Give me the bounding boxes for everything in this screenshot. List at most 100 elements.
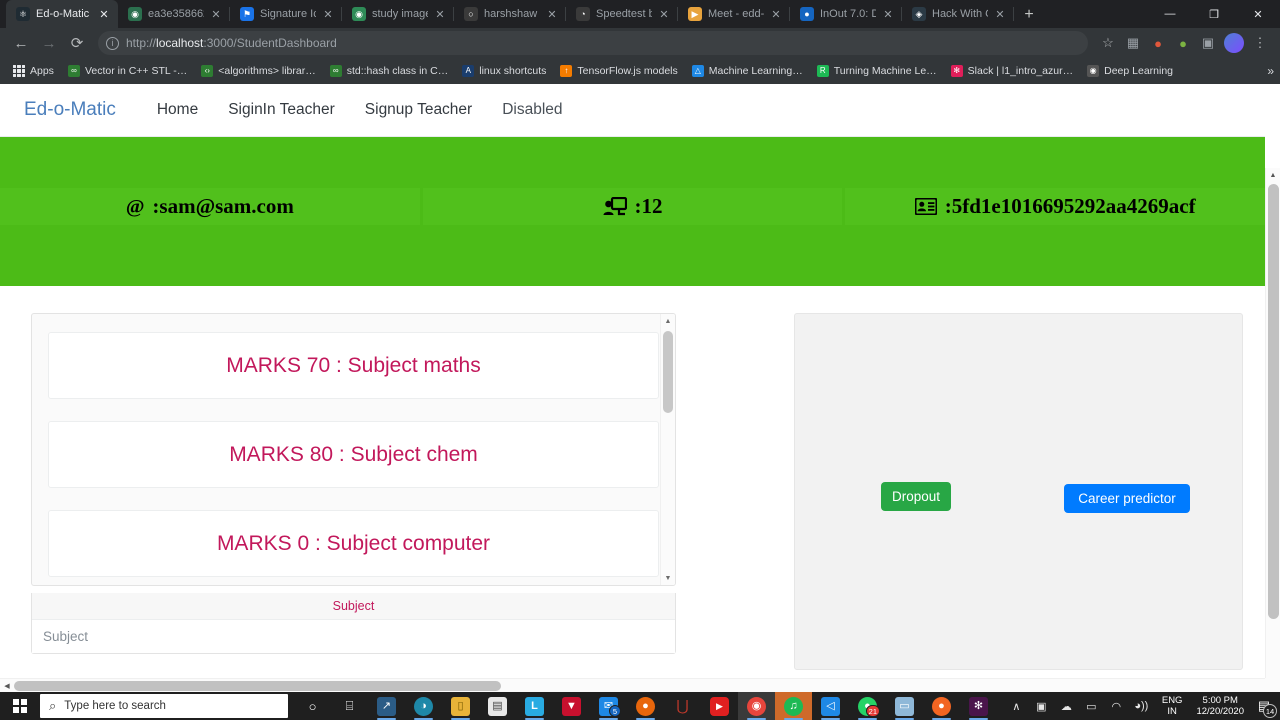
address-bar[interactable]: i http://localhost:3000/StudentDashboard <box>98 31 1088 55</box>
tab-close-icon[interactable]: ✕ <box>994 8 1006 21</box>
browser-tab-6[interactable]: ▶ Meet - edd-xq… ✕ <box>678 0 790 28</box>
taskbar-app-mail[interactable]: ✉ 5 <box>590 692 627 720</box>
bookmark-item[interactable]: ◉ Deep Learning <box>1080 60 1180 82</box>
tab-close-icon[interactable]: ✕ <box>770 8 782 21</box>
cortana-icon[interactable]: ○ <box>294 692 331 720</box>
bookmark-item[interactable]: ∞ Vector in C++ STL -… <box>61 60 194 82</box>
subject-input[interactable] <box>32 620 675 653</box>
bookmark-label: Slack | l1_intro_azur… <box>967 65 1074 77</box>
bookmark-item[interactable]: A linux shortcuts <box>455 60 553 82</box>
nav-link-home[interactable]: Home <box>142 101 213 119</box>
taskbar-app-vs-code[interactable]: ◁ <box>812 692 849 720</box>
extension-icon-4[interactable]: ▣ <box>1196 31 1220 55</box>
bookmark-item[interactable]: R Turning Machine Le… <box>810 60 944 82</box>
browser-menu-icon[interactable]: ⋮ <box>1248 31 1272 55</box>
task-view-icon[interactable]: ⌸ <box>331 692 368 720</box>
profile-avatar[interactable] <box>1224 33 1244 53</box>
career-predictor-button[interactable]: Career predictor <box>1064 484 1190 513</box>
taskbar-app-nu[interactable]: ⋃ <box>664 692 701 720</box>
tab-close-icon[interactable]: ✕ <box>322 8 334 21</box>
volume-icon[interactable]: ◕)) <box>1129 692 1154 720</box>
show-hidden-icons[interactable]: ∧ <box>1004 692 1029 720</box>
browser-tab-0[interactable]: ⚛ Ed-o-Matic ✕ <box>6 0 118 28</box>
nav-link-signin-teacher[interactable]: SiginIn Teacher <box>213 101 350 119</box>
scroll-down-icon[interactable]: ▼ <box>661 571 675 585</box>
nav-link-signup-teacher[interactable]: Signup Teacher <box>350 101 487 119</box>
taskbar-clock[interactable]: 5:00 PM 12/20/2020 <box>1190 695 1250 717</box>
scroll-up-icon[interactable]: ▲ <box>1266 168 1280 183</box>
start-button[interactable] <box>0 692 40 720</box>
extension-icon-2[interactable]: ● <box>1146 31 1170 55</box>
wifi-icon[interactable]: ◠ <box>1104 692 1129 720</box>
site-brand[interactable]: Ed-o-Matic <box>24 99 116 121</box>
taskbar-app-brave[interactable]: ● <box>923 692 960 720</box>
taskbar-app-mcafee[interactable]: ▼ <box>553 692 590 720</box>
taskbar-app-microsoft-edge[interactable]: ◑ <box>405 692 442 720</box>
subject-form-header: Subject <box>32 593 675 620</box>
bookmark-star-icon[interactable]: ☆ <box>1096 31 1120 55</box>
language-indicator[interactable]: ENG IN <box>1154 695 1191 717</box>
onedrive-icon[interactable]: ☁ <box>1054 692 1079 720</box>
taskbar-app-google-chrome[interactable]: ◉ <box>738 692 775 720</box>
browser-tab-3[interactable]: ◉ study images - ✕ <box>342 0 454 28</box>
tab-close-icon[interactable]: ✕ <box>434 8 446 21</box>
browser-tab-8[interactable]: ◈ Hack With CW ✕ <box>902 0 1014 28</box>
maximize-button[interactable]: ❐ <box>1192 0 1236 28</box>
site-info-icon[interactable]: i <box>106 36 119 50</box>
bookmark-item[interactable]: ✻ Slack | l1_intro_azur… <box>944 60 1080 82</box>
browser-tab-4[interactable]: ○ harshshaw (Ha… ✕ <box>454 0 566 28</box>
main-content: MARKS 70 : Subject maths MARKS 80 : Subj… <box>0 286 1265 670</box>
vs-code-icon: ◁ <box>821 696 840 716</box>
page-vertical-scrollbar[interactable]: ▲ ▼ <box>1265 168 1280 692</box>
tab-close-icon[interactable]: ✕ <box>882 8 894 21</box>
taskbar-app-lightshot[interactable]: L <box>516 692 553 720</box>
marks-list-item[interactable]: MARKS 70 : Subject maths <box>48 332 659 399</box>
taskbar-app-sticky-notes[interactable]: ▭ <box>886 692 923 720</box>
bookmark-item[interactable]: △ Machine Learning… <box>685 60 810 82</box>
taskbar-app-firefox[interactable]: ● <box>627 692 664 720</box>
tab-close-icon[interactable]: ✕ <box>658 8 670 21</box>
taskbar-app-spotify[interactable]: ♫ <box>775 692 812 720</box>
new-tab-button[interactable]: + <box>1016 2 1042 28</box>
taskbar-app-youtube[interactable]: ▶ <box>701 692 738 720</box>
forward-icon[interactable]: → <box>36 30 62 56</box>
reload-icon[interactable]: ⟳ <box>64 30 90 56</box>
bookmark-item[interactable]: ↑ TensorFlow.js models <box>553 60 684 82</box>
scrollbar-thumb-vertical[interactable] <box>1268 184 1279 619</box>
bookmarks-overflow-icon[interactable]: » <box>1267 64 1274 78</box>
page-horizontal-scrollbar[interactable]: ◀ <box>0 678 1265 692</box>
extension-icon-3[interactable]: ● <box>1171 31 1195 55</box>
marks-panel-scrollbar[interactable]: ▲ ▼ <box>660 314 675 585</box>
tab-close-icon[interactable]: ✕ <box>210 8 222 21</box>
taskbar-app-microsoft-store[interactable]: ▤ <box>479 692 516 720</box>
battery-icon[interactable]: ▭ <box>1079 692 1104 720</box>
minimize-button[interactable]: — <box>1148 0 1192 28</box>
scroll-up-icon[interactable]: ▲ <box>661 314 675 328</box>
tab-close-icon[interactable]: ✕ <box>98 8 110 21</box>
back-icon[interactable]: ← <box>8 30 34 56</box>
browser-tab-1[interactable]: ◉ ea3e3586626f… ✕ <box>118 0 230 28</box>
camera-icon[interactable]: ▣ <box>1029 692 1054 720</box>
marks-list-item[interactable]: MARKS 0 : Subject computer <box>48 510 659 577</box>
taskbar-app-slack[interactable]: ✻ <box>960 692 997 720</box>
dropout-button[interactable]: Dropout <box>881 482 951 511</box>
scrollbar-thumb[interactable] <box>663 331 673 413</box>
bookmark-item[interactable]: ‹› <algorithms> librar… <box>194 60 322 82</box>
browser-tab-5[interactable]: ◔ Speedtest by O… ✕ <box>566 0 678 28</box>
taskbar-app-file-explorer[interactable]: ▯ <box>442 692 479 720</box>
bookmark-label: Turning Machine Le… <box>833 65 937 77</box>
scroll-left-icon[interactable]: ◀ <box>0 679 14 692</box>
bookmark-apps[interactable]: Apps <box>6 60 61 82</box>
extension-icon[interactable]: ▦ <box>1121 31 1145 55</box>
taskbar-app-whatsapp[interactable]: ● 21 <box>849 692 886 720</box>
taskbar-app-azure-data-studio[interactable]: ↗ <box>368 692 405 720</box>
tab-close-icon[interactable]: ✕ <box>546 8 558 21</box>
taskbar-search-box[interactable]: ⌕ Type here to search <box>40 694 288 718</box>
bookmark-item[interactable]: ∞ std::hash class in C… <box>323 60 456 82</box>
close-window-button[interactable]: ✕ <box>1236 0 1280 28</box>
browser-tab-7[interactable]: ● InOut 7.0: Dash… ✕ <box>790 0 902 28</box>
browser-tab-2[interactable]: ⚑ Signature Icon ✕ <box>230 0 342 28</box>
scrollbar-thumb-horizontal[interactable] <box>14 681 501 691</box>
notifications-button[interactable]: ▤ 14 <box>1250 692 1278 720</box>
marks-list-item[interactable]: MARKS 80 : Subject chem <box>48 421 659 488</box>
